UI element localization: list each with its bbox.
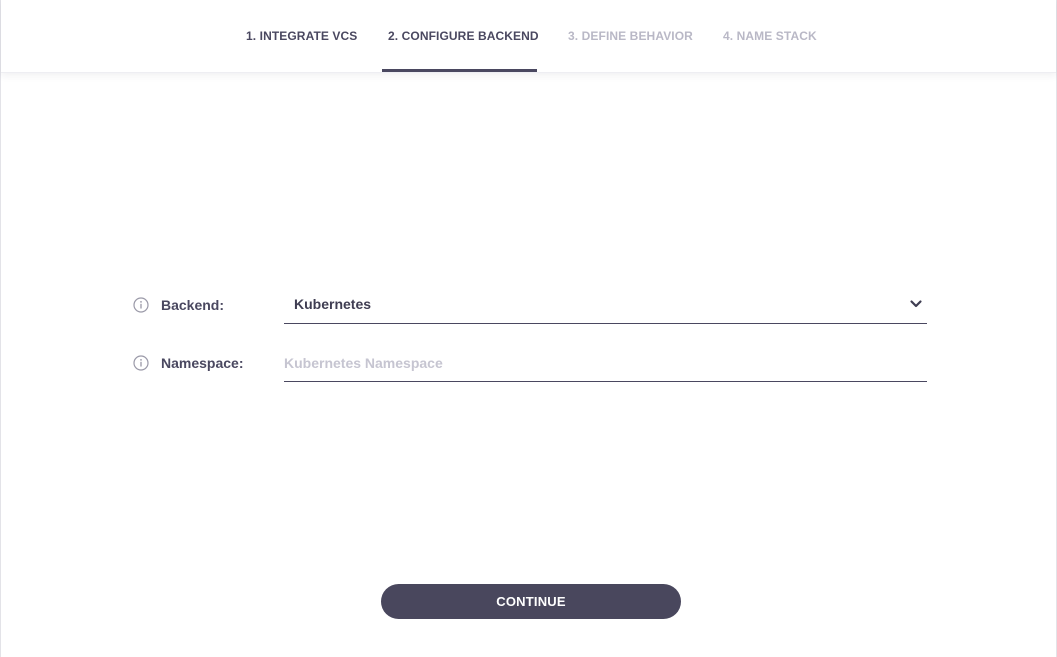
backend-select[interactable]: Kubernetes: [284, 287, 927, 324]
namespace-label: Namespace:: [161, 355, 244, 371]
info-icon[interactable]: [133, 297, 149, 313]
backend-label: Backend:: [161, 297, 225, 313]
step-configure-backend[interactable]: 2. CONFIGURE BACKEND: [388, 0, 539, 72]
step-name-stack: 4. NAME STACK: [723, 29, 817, 43]
info-icon[interactable]: [133, 355, 149, 371]
namespace-input[interactable]: [284, 345, 927, 382]
backend-selected-value: Kubernetes: [294, 296, 372, 312]
active-step-indicator: [382, 69, 537, 72]
chevron-down-icon[interactable]: [909, 297, 923, 311]
backend-row: Backend: Kubernetes: [133, 287, 927, 324]
continue-button[interactable]: CONTINUE: [381, 584, 681, 619]
step-integrate-vcs[interactable]: 1. INTEGRATE VCS: [246, 0, 357, 72]
wizard-stepper: 1. INTEGRATE VCS 2. CONFIGURE BACKEND 3.…: [1, 0, 1056, 73]
wizard-page: 1. INTEGRATE VCS 2. CONFIGURE BACKEND 3.…: [0, 0, 1057, 657]
step-define-behavior: 3. DEFINE BEHAVIOR: [568, 29, 693, 43]
namespace-row: Namespace:: [133, 345, 927, 382]
